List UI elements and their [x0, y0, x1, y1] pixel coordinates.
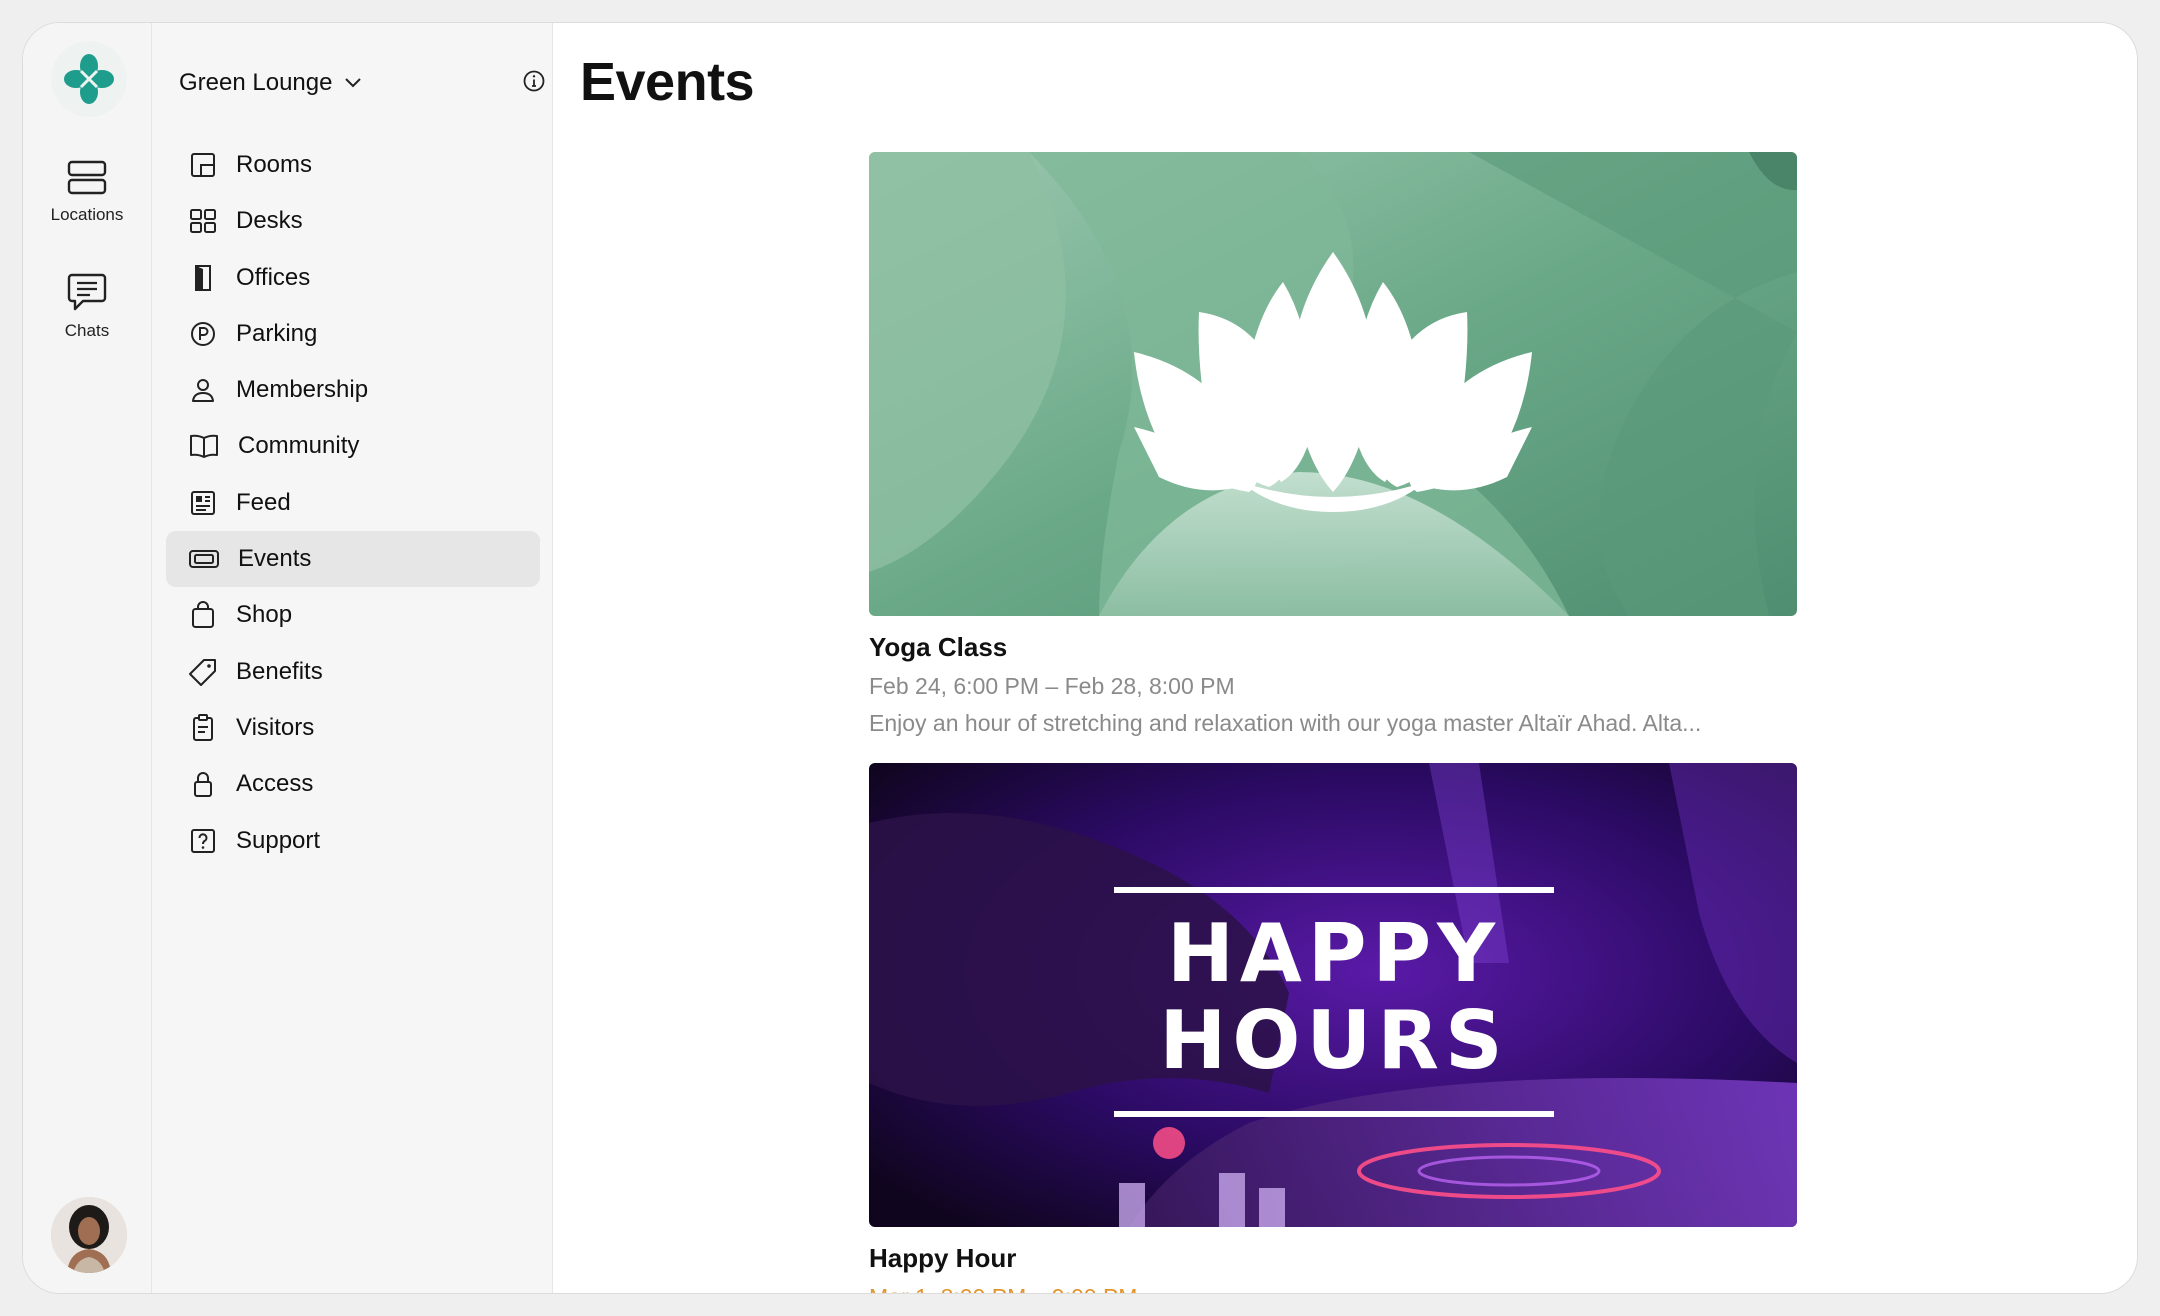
question-icon [191, 828, 215, 853]
nav-item-label: Support [236, 826, 321, 854]
info-icon [523, 70, 545, 92]
clipboard-icon [193, 713, 213, 741]
user-photo [51, 1197, 127, 1273]
chevron-down-icon [345, 78, 362, 88]
rail-item-label: Chats [64, 321, 110, 340]
ticket-icon [189, 550, 219, 569]
nav-item-community[interactable]: Community [166, 418, 540, 474]
nav-item-shop[interactable]: Shop [166, 587, 540, 643]
nav-item-offices[interactable]: Offices [166, 250, 540, 306]
nav-item-membership[interactable]: Membership [166, 362, 540, 418]
location-nav: Green Lounge Rooms Desks Offices Parking… [152, 23, 553, 1293]
event-image [869, 152, 1797, 616]
rail-item-chats[interactable]: Chats [23, 271, 151, 341]
app-logo[interactable] [51, 41, 127, 117]
chat-icon [67, 273, 107, 311]
flower-logo-icon [64, 54, 114, 104]
grid-icon [190, 209, 216, 234]
event-image: HAPPY HOURS [869, 763, 1797, 1227]
info-button[interactable] [522, 69, 546, 98]
event-description: Enjoy an hour of stretching and relaxati… [869, 710, 1702, 736]
event-title: Yoga Class [869, 632, 1008, 662]
happy-hours-line2: HOURS [1159, 994, 1508, 1087]
nav-item-support[interactable]: Support [166, 813, 540, 869]
avatar[interactable] [51, 1197, 127, 1273]
nav-item-access[interactable]: Access [166, 756, 540, 812]
happy-hours-line1: HAPPY [1167, 907, 1501, 1000]
nav-item-desks[interactable]: Desks [166, 193, 540, 249]
event-card-yoga[interactable]: Yoga Class Feb 24, 6:00 PM – Feb 28, 8:0… [869, 152, 1797, 737]
rail-item-label: Locations [50, 205, 124, 224]
feed-icon [191, 490, 215, 515]
event-title: Happy Hour [869, 1243, 1017, 1273]
app-rail: Locations Chats [23, 23, 152, 1293]
person-icon [192, 379, 214, 403]
nav-item-events[interactable]: Events [166, 531, 540, 588]
nav-item-label: Parking [236, 319, 318, 347]
tag-icon [189, 658, 216, 686]
nav-item-label: Community [238, 432, 360, 460]
locations-icon [67, 160, 107, 195]
door-icon [195, 264, 211, 291]
event-date: Mar 1, 8:00 PM – 9:00 PM [869, 1284, 1797, 1293]
room-icon [191, 153, 215, 177]
nav-item-label: Access [236, 770, 314, 798]
nav-item-rooms[interactable]: Rooms [166, 137, 540, 193]
nav-item-label: Membership [236, 376, 369, 404]
lock-icon [194, 772, 212, 798]
nav-item-label: Rooms [236, 151, 313, 178]
nav-menu: Rooms Desks Offices Parking Membership C… [166, 137, 540, 869]
nav-item-label: Shop [236, 601, 293, 629]
location-switcher[interactable]: Green Lounge [179, 63, 362, 103]
event-list: Yoga Class Feb 24, 6:00 PM – Feb 28, 8:0… [869, 152, 1797, 1293]
nav-item-label: Visitors [236, 713, 315, 741]
location-name: Green Lounge [179, 69, 333, 96]
book-icon [190, 435, 218, 459]
nav-item-label: Feed [236, 488, 291, 516]
parking-icon [191, 321, 215, 346]
nav-item-parking[interactable]: Parking [166, 306, 540, 362]
nav-item-label: Offices [236, 263, 311, 291]
nav-item-label: Events [238, 545, 312, 573]
nav-item-benefits[interactable]: Benefits [166, 644, 540, 700]
main-content: Events Yoga Class Feb 24, 6:00 PM – Feb … [553, 23, 2137, 1293]
nav-item-feed[interactable]: Feed [166, 475, 540, 531]
nav-item-label: Desks [236, 207, 303, 235]
page-title: Events [580, 52, 755, 112]
event-date: Feb 24, 6:00 PM – Feb 28, 8:00 PM [869, 673, 1235, 699]
bag-icon [192, 601, 214, 629]
rail-item-locations[interactable]: Locations [23, 159, 151, 225]
nav-item-visitors[interactable]: Visitors [166, 700, 540, 756]
nav-item-label: Benefits [236, 657, 323, 685]
app-window: Locations Chats Green Lounge Rooms Desks… [22, 22, 2138, 1294]
event-card-happy-hour[interactable]: HAPPY HOURS Happy Hour Mar 1, 8:00 PM – … [869, 763, 1797, 1293]
